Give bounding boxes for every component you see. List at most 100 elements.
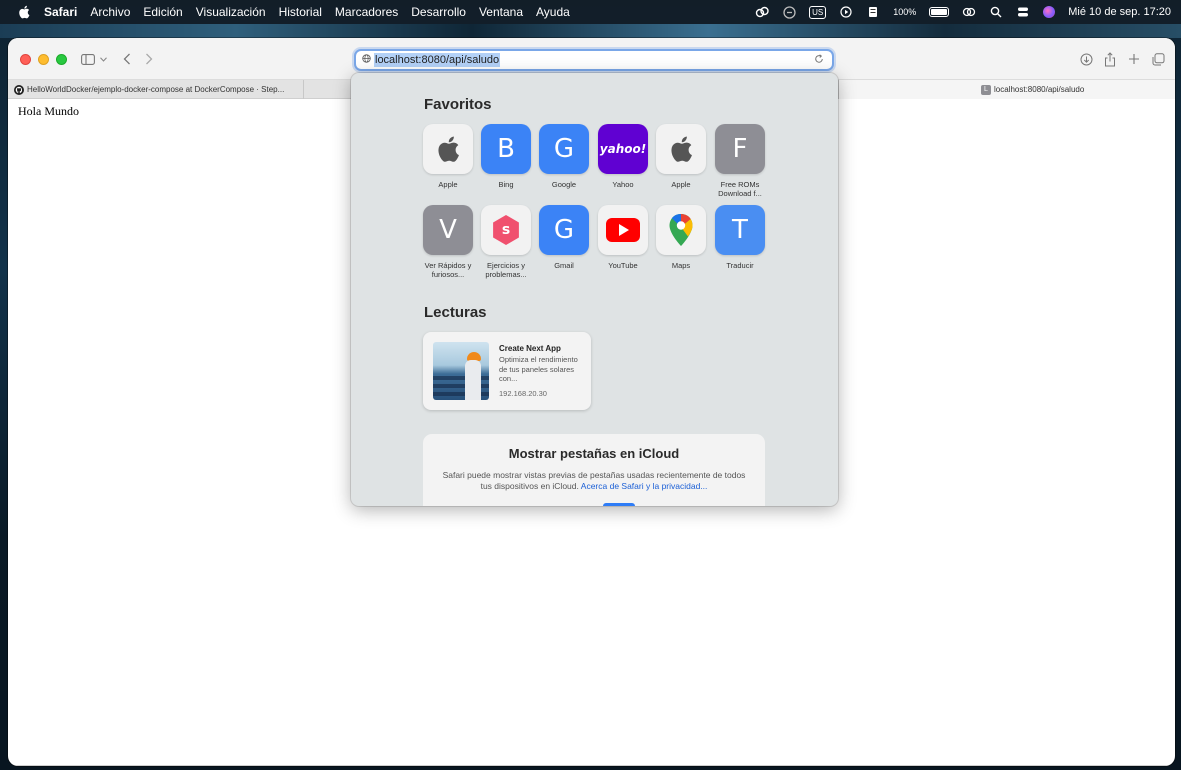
favorite-label: Yahoo	[612, 180, 634, 189]
reading-list-item[interactable]: Create Next App Optimiza el rendimiento …	[423, 332, 591, 410]
favorite-label: YouTube	[608, 261, 638, 270]
favorite-label: Traducir	[726, 261, 754, 270]
privacy-link[interactable]: Acerca de Safari y la privacidad...	[581, 481, 708, 491]
favorite-traducir[interactable]: T Traducir	[715, 205, 765, 270]
share-icon[interactable]	[1102, 50, 1118, 68]
favorite-ejercicios[interactable]: s Ejercicios y problemas...	[481, 205, 531, 279]
favorite-gmail[interactable]: G Gmail	[539, 205, 589, 270]
icloud-description: Safari puede mostrar vistas previas de p…	[437, 470, 751, 492]
favorite-free-roms[interactable]: F Free ROMs Download f...	[715, 124, 765, 198]
favorite-maps[interactable]: Maps	[656, 205, 706, 270]
maps-icon	[656, 205, 706, 255]
reading-item-host: 192.168.20.30	[499, 389, 547, 398]
reading-list-heading: Lecturas	[424, 304, 487, 321]
close-window-button[interactable]	[20, 54, 31, 65]
favorite-label: Ver Rápidos y furiosos...	[424, 261, 472, 279]
favorite-label: Apple	[671, 180, 691, 189]
bing-letter-icon: B	[481, 124, 531, 174]
creative-cloud-icon[interactable]	[755, 5, 769, 19]
free-roms-letter-icon: F	[715, 124, 765, 174]
tab-title: localhost:8080/api/saludo	[994, 85, 1085, 94]
tab-overview-icon[interactable]	[1150, 50, 1166, 68]
address-url-text[interactable]: localhost:8080/api/saludo	[374, 53, 501, 67]
control-center-icon[interactable]	[1016, 5, 1030, 19]
menu-edicion[interactable]: Edición	[143, 5, 182, 19]
favorite-label: Google	[551, 180, 577, 189]
favorite-bing[interactable]: B Bing	[481, 124, 531, 189]
favorite-google[interactable]: G Google	[539, 124, 589, 189]
menu-marcadores[interactable]: Marcadores	[335, 5, 398, 19]
back-button[interactable]	[120, 50, 134, 68]
window-controls	[20, 54, 67, 65]
letter-favicon-icon: L	[981, 84, 991, 95]
new-tab-icon[interactable]	[1126, 50, 1142, 68]
github-icon	[14, 84, 24, 95]
desktop-wallpaper	[0, 24, 1181, 38]
traducir-letter-icon: T	[715, 205, 765, 255]
reading-thumbnail	[433, 342, 489, 400]
menu-visualizacion[interactable]: Visualización	[196, 5, 266, 19]
yahoo-logo-icon: yahoo!	[598, 124, 648, 174]
menu-archivo[interactable]: Archivo	[90, 5, 130, 19]
control-center-link-icon[interactable]	[962, 5, 976, 19]
favorite-apple[interactable]: Apple	[423, 124, 473, 189]
favorite-ver-rapidos[interactable]: V Ver Rápidos y furiosos...	[423, 205, 473, 279]
apple-icon	[423, 124, 473, 174]
icloud-tabs-card: Mostrar pestañas en iCloud Safari puede …	[423, 434, 765, 506]
forward-button[interactable]	[142, 50, 156, 68]
favorite-label: Apple	[438, 180, 458, 189]
ejercicios-hexagon-icon: s	[481, 205, 531, 255]
tab-title: HelloWorldDocker/ejemplo-docker-compose …	[27, 85, 285, 94]
tab-localhost[interactable]: L localhost:8080/api/saludo	[838, 80, 1175, 99]
window-border	[8, 765, 1175, 766]
siri-icon[interactable]	[1043, 6, 1056, 18]
hexagon-s-icon: s	[493, 215, 519, 245]
play-circle-icon[interactable]	[839, 5, 853, 19]
favorite-apple-2[interactable]: Apple	[656, 124, 706, 189]
apple-menu-icon[interactable]	[16, 4, 32, 20]
favorites-heading: Favoritos	[424, 96, 492, 113]
address-bar[interactable]: localhost:8080/api/saludo	[354, 49, 834, 71]
status-area: US 100% Mié 10 de sep. 17:20	[755, 5, 1171, 19]
favorite-label: Bing	[498, 180, 514, 189]
spotlight-search-icon[interactable]	[989, 5, 1003, 19]
chevron-down-icon[interactable]	[98, 50, 108, 68]
reading-item-title: Create Next App	[499, 344, 561, 353]
battery-icon[interactable]	[929, 7, 950, 17]
menu-ayuda[interactable]: Ayuda	[536, 5, 570, 19]
icloud-title: Mostrar pestañas en iCloud	[508, 446, 680, 461]
favorite-youtube[interactable]: YouTube	[598, 205, 648, 270]
youtube-icon	[598, 205, 648, 255]
favorite-yahoo[interactable]: yahoo! Yahoo	[598, 124, 648, 189]
ver-rapidos-letter-icon: V	[423, 205, 473, 255]
clock[interactable]: Mié 10 de sep. 17:20	[1068, 6, 1171, 18]
battery-percent: 100%	[893, 7, 917, 17]
page-body-text: Hola Mundo	[18, 104, 79, 118]
keyboard-layout-indicator[interactable]: US	[809, 5, 827, 19]
apple-icon	[656, 124, 706, 174]
menu-desarrollo[interactable]: Desarrollo	[411, 5, 466, 19]
minimize-window-button[interactable]	[38, 54, 49, 65]
reload-icon[interactable]	[814, 53, 824, 67]
reading-item-description: Optimiza el rendimiento de tus paneles s…	[499, 355, 578, 383]
google-letter-icon: G	[539, 124, 589, 174]
notes-app-icon[interactable]	[866, 5, 880, 19]
gmail-letter-icon: G	[539, 205, 589, 255]
downloads-icon[interactable]	[1078, 50, 1094, 68]
favorite-label: Ejercicios y problemas...	[485, 261, 527, 279]
globe-icon	[362, 54, 371, 66]
favorite-label: Gmail	[554, 261, 574, 270]
tab-github[interactable]: HelloWorldDocker/ejemplo-docker-compose …	[8, 80, 304, 99]
favorite-label: Maps	[671, 261, 691, 270]
menu-app-safari[interactable]: Safari	[44, 5, 77, 19]
menu-ventana[interactable]: Ventana	[479, 5, 523, 19]
menu-historial[interactable]: Historial	[279, 5, 322, 19]
start-page-dropdown: Favoritos Apple B Bing G Google yahoo! Y…	[351, 73, 838, 506]
menu-bar: Safari Archivo Edición Visualización His…	[0, 0, 1181, 24]
icloud-enable-button[interactable]	[603, 503, 635, 506]
zoom-window-button[interactable]	[56, 54, 67, 65]
favorite-label: Free ROMs Download f...	[718, 180, 762, 198]
sidebar-toggle-icon[interactable]	[80, 50, 96, 68]
safari-window: localhost:8080/api/saludo HelloWorldDock…	[8, 38, 1175, 766]
vpn-icon[interactable]	[782, 5, 796, 19]
